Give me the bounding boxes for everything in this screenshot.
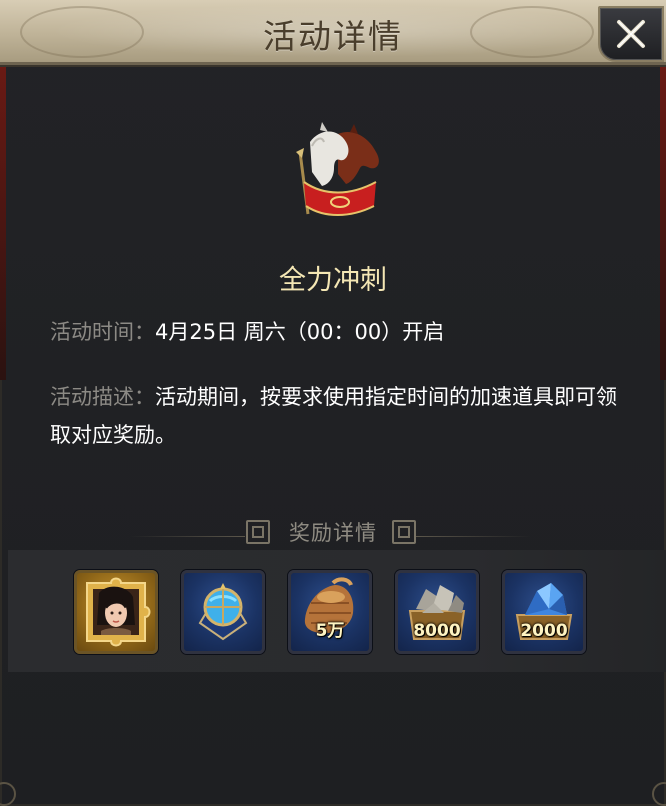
reward-item[interactable]	[181, 570, 265, 654]
hero-portrait-fragment-icon	[86, 577, 151, 647]
activity-detail-panel: 活动详情 全力冲刺 活动时间：4月25日 周六（00：00）开启 活动描述：活动…	[0, 0, 666, 806]
reward-quantity: 2000	[520, 621, 568, 641]
close-icon	[617, 20, 645, 48]
panel-edge-decoration-left	[0, 60, 6, 380]
reward-quantity: 8000	[413, 621, 461, 641]
activity-time-label: 活动时间：	[50, 320, 155, 344]
reward-item[interactable]: 8000	[395, 570, 479, 654]
panel-header: 活动详情	[0, 0, 666, 65]
activity-time-row: 活动时间：4月25日 周六（00：00）开启	[50, 313, 630, 351]
activity-description-row: 活动描述：活动期间，按要求使用指定时间的加速道具即可领取对应奖励。	[50, 378, 630, 454]
horses-emblem-icon	[290, 122, 386, 222]
activity-name: 全力冲刺	[279, 265, 387, 296]
reward-quantity: 5万	[315, 621, 345, 641]
reward-item[interactable]: 5万	[288, 570, 372, 654]
reward-item[interactable]	[74, 570, 158, 654]
close-button[interactable]	[598, 6, 664, 62]
reward-section-header: 奖励详情	[0, 514, 666, 548]
reward-section-title: 奖励详情	[289, 521, 377, 545]
reward-header-divider-right	[416, 536, 531, 537]
speedup-orb-icon	[198, 583, 248, 641]
reward-item[interactable]: 2000	[502, 570, 586, 654]
panel-title: 活动详情	[263, 17, 403, 56]
activity-description-label: 活动描述：	[50, 385, 155, 409]
reward-header-ornament-right	[392, 520, 416, 544]
corner-ornament-right	[652, 782, 666, 806]
panel-edge-decoration-right	[660, 60, 666, 380]
activity-time-value: 4月25日 周六（00：00）开启	[155, 320, 445, 344]
corner-ornament-left	[0, 782, 16, 806]
